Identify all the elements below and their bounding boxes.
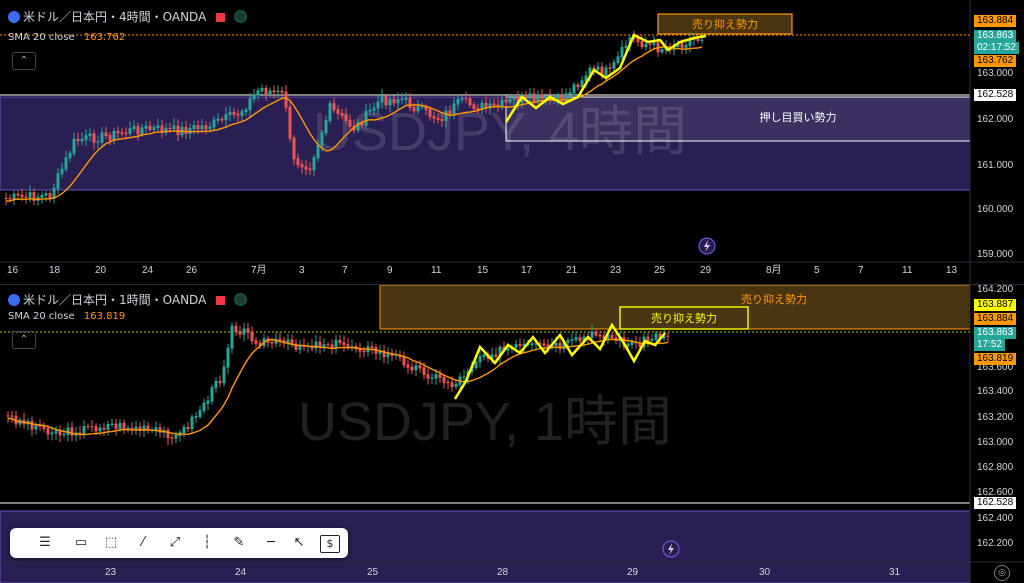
sell-zone-label: 売り抑え勢力: [741, 292, 807, 306]
date-tick: 16: [7, 265, 19, 276]
sma-value: 163.819: [83, 311, 126, 322]
sma-label: SMA 20 close: [8, 311, 75, 322]
sma-legend[interactable]: SMA 20 close 163.819: [8, 311, 125, 322]
date-tick: 13: [946, 265, 958, 276]
date-tick: 3: [299, 265, 305, 276]
date-tick: 5: [814, 265, 820, 276]
lightning-icon[interactable]: [698, 237, 716, 255]
date-tick: 8月: [766, 265, 782, 276]
price-tag: 163.887: [974, 299, 1017, 311]
date-tick: 29: [700, 265, 712, 276]
drawing-toolbar[interactable]: ☰ ▭ ⬚ ⁄ ⤢ ┆ ✎ ─ ↖ $: [10, 528, 348, 558]
date-tick: 25: [367, 567, 379, 578]
vertical-line-icon[interactable]: ┆: [198, 535, 216, 551]
level-tag: 162.528: [974, 89, 1017, 101]
status-dot-icon: [234, 10, 248, 23]
price-tick: 162.400: [977, 513, 1014, 524]
date-tick: 18: [49, 265, 61, 276]
lightning-icon[interactable]: [662, 540, 680, 558]
sma-legend[interactable]: SMA 20 close 163.762: [8, 32, 125, 43]
date-tick: 9: [387, 265, 393, 276]
trendline-icon[interactable]: ⁄: [134, 535, 152, 551]
legend-symbol[interactable]: 米ドル／日本円・4時間・OANDA: [8, 8, 248, 25]
currency-icon: [8, 294, 20, 306]
chart-pane-4h[interactable]: 押し目買い勢力 売り抑え勢力 USDJPY, 4時間 米ドル／日本円・4時間・O…: [0, 0, 1024, 284]
price-tag: 163.884: [974, 15, 1017, 27]
pen-icon[interactable]: ✎: [230, 535, 248, 551]
date-tick: 23: [610, 265, 622, 276]
price-tag: 163.863: [974, 30, 1017, 42]
countdown-tag: 17:52: [974, 339, 1006, 351]
countdown-tag: 02:17:52: [974, 42, 1019, 54]
price-tick: 160.000: [977, 204, 1014, 215]
price-tag: 163.863: [974, 327, 1017, 339]
buy-zone-label: 押し目買い勢力: [760, 110, 837, 124]
symbol-title: 米ドル／日本円・1時間・OANDA: [23, 293, 207, 307]
flag-icon[interactable]: [215, 13, 225, 22]
date-tick: 30: [759, 567, 771, 578]
date-tick: 29: [627, 567, 639, 578]
price-tick: 161.000: [977, 160, 1014, 171]
sell-zone-label: 売り抑え勢力: [692, 17, 758, 31]
price-tick: 163.400: [977, 386, 1014, 397]
date-tick: 7月: [251, 265, 267, 276]
currency-icon: [8, 11, 20, 23]
chart-canvas-4h[interactable]: 押し目買い勢力 売り抑え勢力 USDJPY, 4時間: [0, 0, 1024, 284]
price-tick: 163.000: [977, 68, 1014, 79]
flag-icon[interactable]: [215, 296, 225, 305]
symbol-title: 米ドル／日本円・4時間・OANDA: [23, 10, 207, 24]
price-tick: 163.000: [977, 437, 1014, 448]
cursor-icon[interactable]: ↖: [290, 535, 308, 551]
date-tick: 21: [566, 265, 578, 276]
date-tick: 17: [521, 265, 533, 276]
price-tick: 162.800: [977, 462, 1014, 473]
price-tag: 163.884: [974, 313, 1017, 325]
sma-label: SMA 20 close: [8, 32, 75, 43]
status-dot-icon: [234, 293, 248, 306]
watermark: USDJPY, 1時間: [298, 392, 672, 452]
collapse-legend-button[interactable]: ⌃: [12, 331, 36, 349]
rectangle-icon[interactable]: ⬚: [102, 535, 120, 551]
date-tick: 20: [95, 265, 107, 276]
date-tick: 11: [902, 265, 913, 276]
price-tag-icon[interactable]: $: [320, 535, 340, 553]
lines-menu-icon[interactable]: ☰: [36, 535, 54, 551]
settings-icon[interactable]: ◎: [994, 565, 1010, 581]
collapse-legend-button[interactable]: ⌃: [12, 52, 36, 70]
date-tick: 15: [477, 265, 489, 276]
date-tick: 24: [235, 567, 247, 578]
level-tag: 162.528: [974, 497, 1017, 509]
path-icon[interactable]: ⤢: [166, 535, 184, 551]
sma-tag: 163.762: [974, 55, 1017, 67]
price-tick: 162.000: [977, 114, 1014, 125]
date-tick: 23: [105, 567, 117, 578]
sma-value: 163.762: [83, 32, 126, 43]
comment-icon[interactable]: ▭: [72, 535, 90, 551]
horizontal-ray-icon[interactable]: ─: [262, 535, 280, 551]
date-tick: 25: [654, 265, 666, 276]
price-tick: 163.200: [977, 412, 1014, 423]
date-tick: 11: [431, 265, 442, 276]
date-tick: 31: [889, 567, 901, 578]
price-tick: 162.200: [977, 538, 1014, 549]
wave-annotation[interactable]: [453, 322, 666, 400]
price-tick: 159.000: [977, 249, 1014, 260]
sell-zone-label-small: 売り抑え勢力: [651, 311, 717, 325]
date-tick: 28: [497, 567, 509, 578]
price-tick: 164.200: [977, 284, 1014, 295]
legend-symbol[interactable]: 米ドル／日本円・1時間・OANDA: [8, 291, 248, 308]
date-tick: 26: [186, 265, 198, 276]
date-tick: 7: [342, 265, 348, 276]
date-tick: 24: [142, 265, 154, 276]
sma-tag: 163.819: [974, 353, 1017, 365]
date-tick: 7: [858, 265, 864, 276]
